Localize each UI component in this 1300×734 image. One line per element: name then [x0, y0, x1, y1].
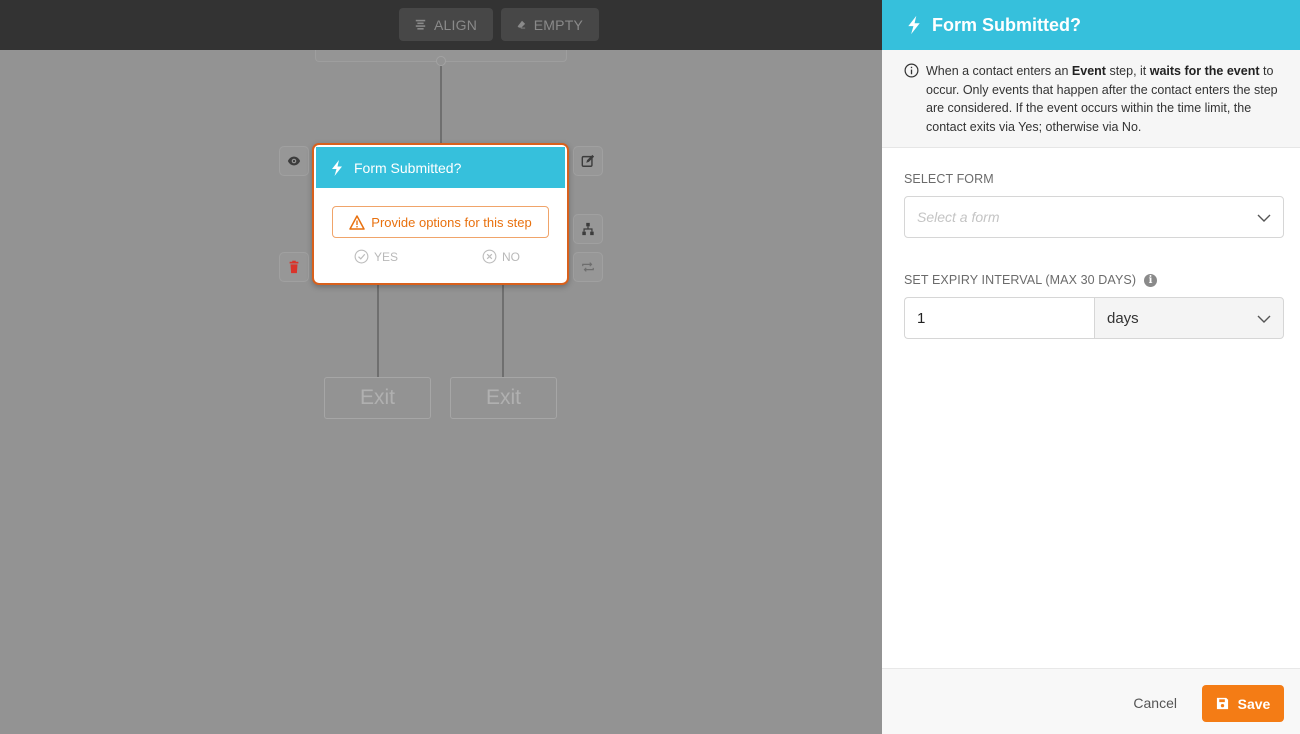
select-form-dropdown[interactable]: Select a form	[904, 196, 1284, 238]
panel-footer: Cancel Save	[882, 668, 1300, 734]
empty-button[interactable]: EMPTY	[501, 8, 599, 41]
exit-node-no[interactable]: Exit	[450, 377, 557, 419]
step-warning-text: Provide options for this step	[371, 214, 532, 230]
info-circle-icon	[904, 63, 919, 78]
cancel-button[interactable]: Cancel	[1133, 695, 1177, 711]
edit-step-button[interactable]	[573, 146, 603, 176]
event-info-box: When a contact enters an Event step, it …	[882, 50, 1300, 148]
step-card-title: Form Submitted?	[354, 159, 462, 176]
select-form-label: SELECT FORM	[904, 172, 994, 186]
expiry-value-input[interactable]: 1	[904, 297, 1094, 339]
step-settings-panel: Form Submitted? When a contact enters an…	[882, 0, 1300, 734]
branch-step-button[interactable]	[573, 214, 603, 244]
panel-title: Form Submitted?	[932, 14, 1081, 35]
step-card-header: Form Submitted?	[316, 147, 565, 188]
canvas-toolbar: ALIGN EMPTY	[0, 0, 882, 50]
align-label: ALIGN	[433, 16, 477, 33]
no-label: NO	[502, 249, 520, 264]
expiry-info-icon[interactable]: i	[1144, 273, 1158, 287]
expiry-label: SET EXPIRY INTERVAL (MAX 30 DAYS)	[904, 273, 1137, 287]
panel-header: Form Submitted?	[882, 0, 1300, 50]
expiry-unit-value: days	[1107, 309, 1139, 327]
eye-icon	[287, 156, 301, 166]
save-label: Save	[1237, 695, 1271, 712]
repeat-icon	[582, 262, 594, 272]
connector-line	[440, 66, 442, 144]
empty-label: EMPTY	[533, 16, 583, 33]
yes-branch-line	[377, 285, 379, 377]
event-info-text: When a contact enters an Event step, it …	[926, 64, 1278, 134]
expiry-unit-select[interactable]: days	[1094, 297, 1284, 339]
expiry-label-row: SET EXPIRY INTERVAL (MAX 30 DAYS) i	[904, 273, 1158, 287]
sitemap-icon	[582, 222, 594, 236]
delete-step-button[interactable]	[279, 252, 309, 282]
connector-handle[interactable]	[436, 56, 446, 66]
warning-icon	[349, 214, 366, 230]
preview-step-button[interactable]	[279, 146, 309, 176]
check-circle-icon	[354, 249, 369, 264]
no-outcome: NO	[482, 249, 520, 264]
trash-icon	[289, 260, 299, 274]
bolt-icon	[332, 159, 342, 176]
exit-node-yes[interactable]: Exit	[324, 377, 431, 419]
step-warning-badge: Provide options for this step	[332, 206, 549, 238]
chevron-down-icon	[1257, 214, 1271, 222]
select-form-placeholder: Select a form	[917, 209, 1000, 225]
workflow-canvas: ALIGN EMPTY Form Submitted? Provide opti…	[0, 0, 882, 734]
align-icon	[415, 19, 426, 30]
eraser-icon	[517, 20, 526, 29]
edit-icon	[581, 154, 595, 167]
x-circle-icon	[482, 249, 497, 264]
event-step-card[interactable]: Form Submitted? Provide options for this…	[312, 143, 569, 285]
yes-label: YES	[374, 249, 399, 264]
yes-outcome: YES	[354, 249, 398, 264]
align-button[interactable]: ALIGN	[399, 8, 493, 41]
bolt-icon	[908, 15, 920, 35]
repeat-step-button[interactable]	[573, 252, 603, 282]
chevron-down-icon	[1257, 315, 1271, 323]
save-button[interactable]: Save	[1202, 685, 1284, 722]
no-branch-line	[502, 285, 504, 377]
save-disk-icon	[1216, 697, 1228, 710]
